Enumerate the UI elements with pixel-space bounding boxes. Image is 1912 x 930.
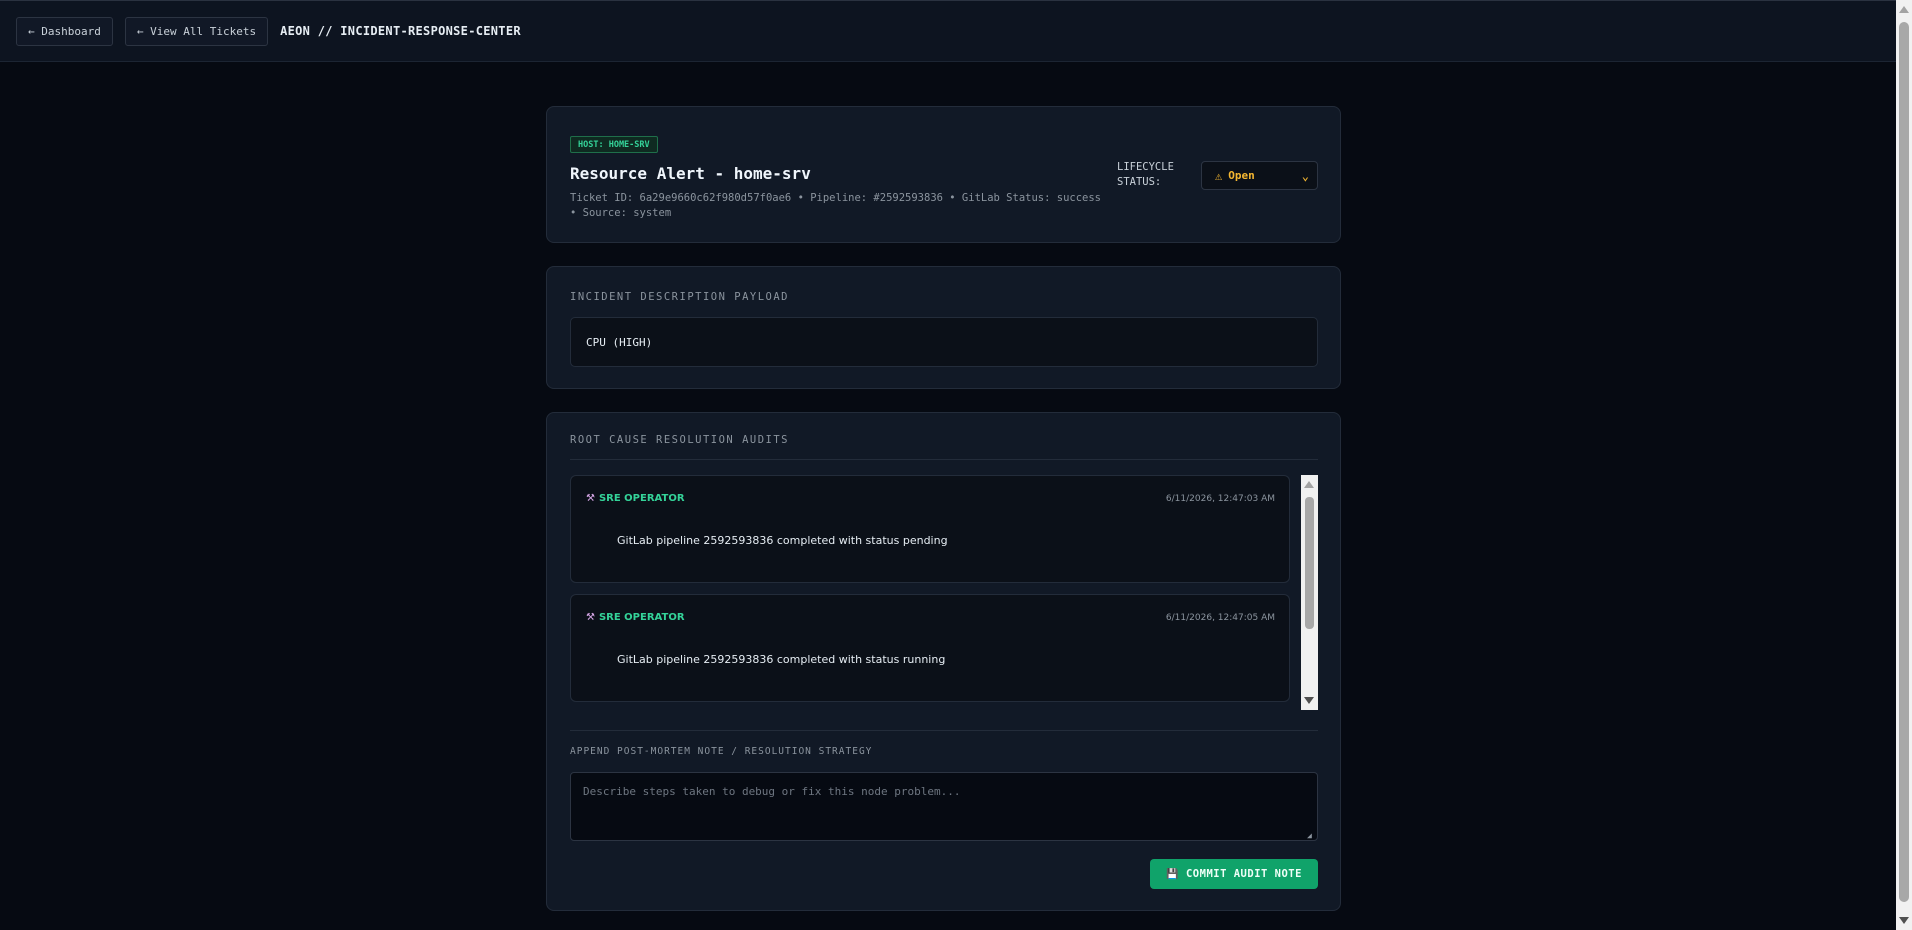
chevron-down-icon: ⌄ xyxy=(1301,169,1309,183)
audit-author: ⚒ SRE OPERATOR xyxy=(586,612,685,623)
ticket-meta: Ticket ID: 6a29e9660c62f980d57f0ae6 • Pi… xyxy=(570,192,1102,219)
audits-card: ROOT CAUSE RESOLUTION AUDITS ⚒ SRE OPERA… xyxy=(546,412,1341,911)
audit-timestamp: 6/11/2026, 12:47:05 AM xyxy=(1165,613,1275,623)
ticket-title: Resource Alert - home-srv xyxy=(570,164,811,183)
tools-icon: ⚒ xyxy=(586,493,595,504)
lifecycle-status-select[interactable]: ⚠ Open ⌄ xyxy=(1201,161,1318,190)
host-badge: HOST: HOME-SRV xyxy=(570,136,658,153)
audit-list[interactable]: ⚒ SRE OPERATOR 6/11/2026, 12:47:03 AM Gi… xyxy=(570,475,1290,710)
audit-message: GitLab pipeline 2592593836 completed wit… xyxy=(617,653,946,666)
resize-grip-icon[interactable]: ◢ xyxy=(1307,831,1312,840)
audit-author-label: SRE OPERATOR xyxy=(598,612,685,623)
description-payload: CPU (HIGH) xyxy=(570,317,1318,367)
audit-item: ⚒ SRE OPERATOR 6/11/2026, 12:47:03 AM Gi… xyxy=(570,475,1290,583)
tools-icon: ⚒ xyxy=(586,612,595,623)
description-label: INCIDENT DESCRIPTION PAYLOAD xyxy=(570,291,790,303)
audits-label: ROOT CAUSE RESOLUTION AUDITS xyxy=(570,434,790,446)
audit-message: GitLab pipeline 2592593836 completed wit… xyxy=(617,534,948,547)
top-bar: ← Dashboard ← View All Tickets AEON // I… xyxy=(0,0,1896,62)
page-scrollbar[interactable] xyxy=(1896,0,1912,930)
audit-author: ⚒ SRE OPERATOR xyxy=(586,493,685,504)
divider xyxy=(570,730,1318,731)
scroll-thumb[interactable] xyxy=(1899,22,1909,902)
status-value: Open xyxy=(1228,169,1255,182)
audit-item: ⚒ SRE OPERATOR 6/11/2026, 12:47:05 AM Gi… xyxy=(570,594,1290,702)
audit-list-scrollbar[interactable] xyxy=(1301,475,1318,710)
commit-audit-note-button[interactable]: 💾 COMMIT AUDIT NOTE xyxy=(1150,859,1318,889)
dashboard-button[interactable]: ← Dashboard xyxy=(16,16,113,46)
scroll-down-arrow-icon[interactable] xyxy=(1304,697,1314,704)
audit-author-label: SRE OPERATOR xyxy=(598,493,685,504)
scroll-up-arrow-icon[interactable] xyxy=(1304,481,1314,488)
commit-button-label: COMMIT AUDIT NOTE xyxy=(1185,868,1302,880)
save-icon: 💾 xyxy=(1166,868,1179,880)
note-textarea[interactable] xyxy=(570,772,1318,841)
scroll-thumb[interactable] xyxy=(1305,497,1314,629)
lifecycle-status-label: LIFECYCLE STATUS: xyxy=(1117,161,1174,188)
scroll-down-arrow-icon[interactable] xyxy=(1899,917,1909,924)
append-note-label: APPEND POST-MORTEM NOTE / RESOLUTION STR… xyxy=(570,746,873,757)
warning-icon: ⚠ xyxy=(1215,168,1223,183)
app-title: AEON // INCIDENT-RESPONSE-CENTER xyxy=(280,24,521,38)
divider xyxy=(570,459,1318,460)
ticket-header-card: HOST: HOME-SRV Resource Alert - home-srv… xyxy=(546,106,1341,243)
audit-timestamp: 6/11/2026, 12:47:03 AM xyxy=(1165,494,1275,504)
view-all-tickets-button[interactable]: ← View All Tickets xyxy=(124,16,269,46)
scroll-up-arrow-icon[interactable] xyxy=(1899,6,1909,13)
description-card: INCIDENT DESCRIPTION PAYLOAD CPU (HIGH) xyxy=(546,266,1341,389)
